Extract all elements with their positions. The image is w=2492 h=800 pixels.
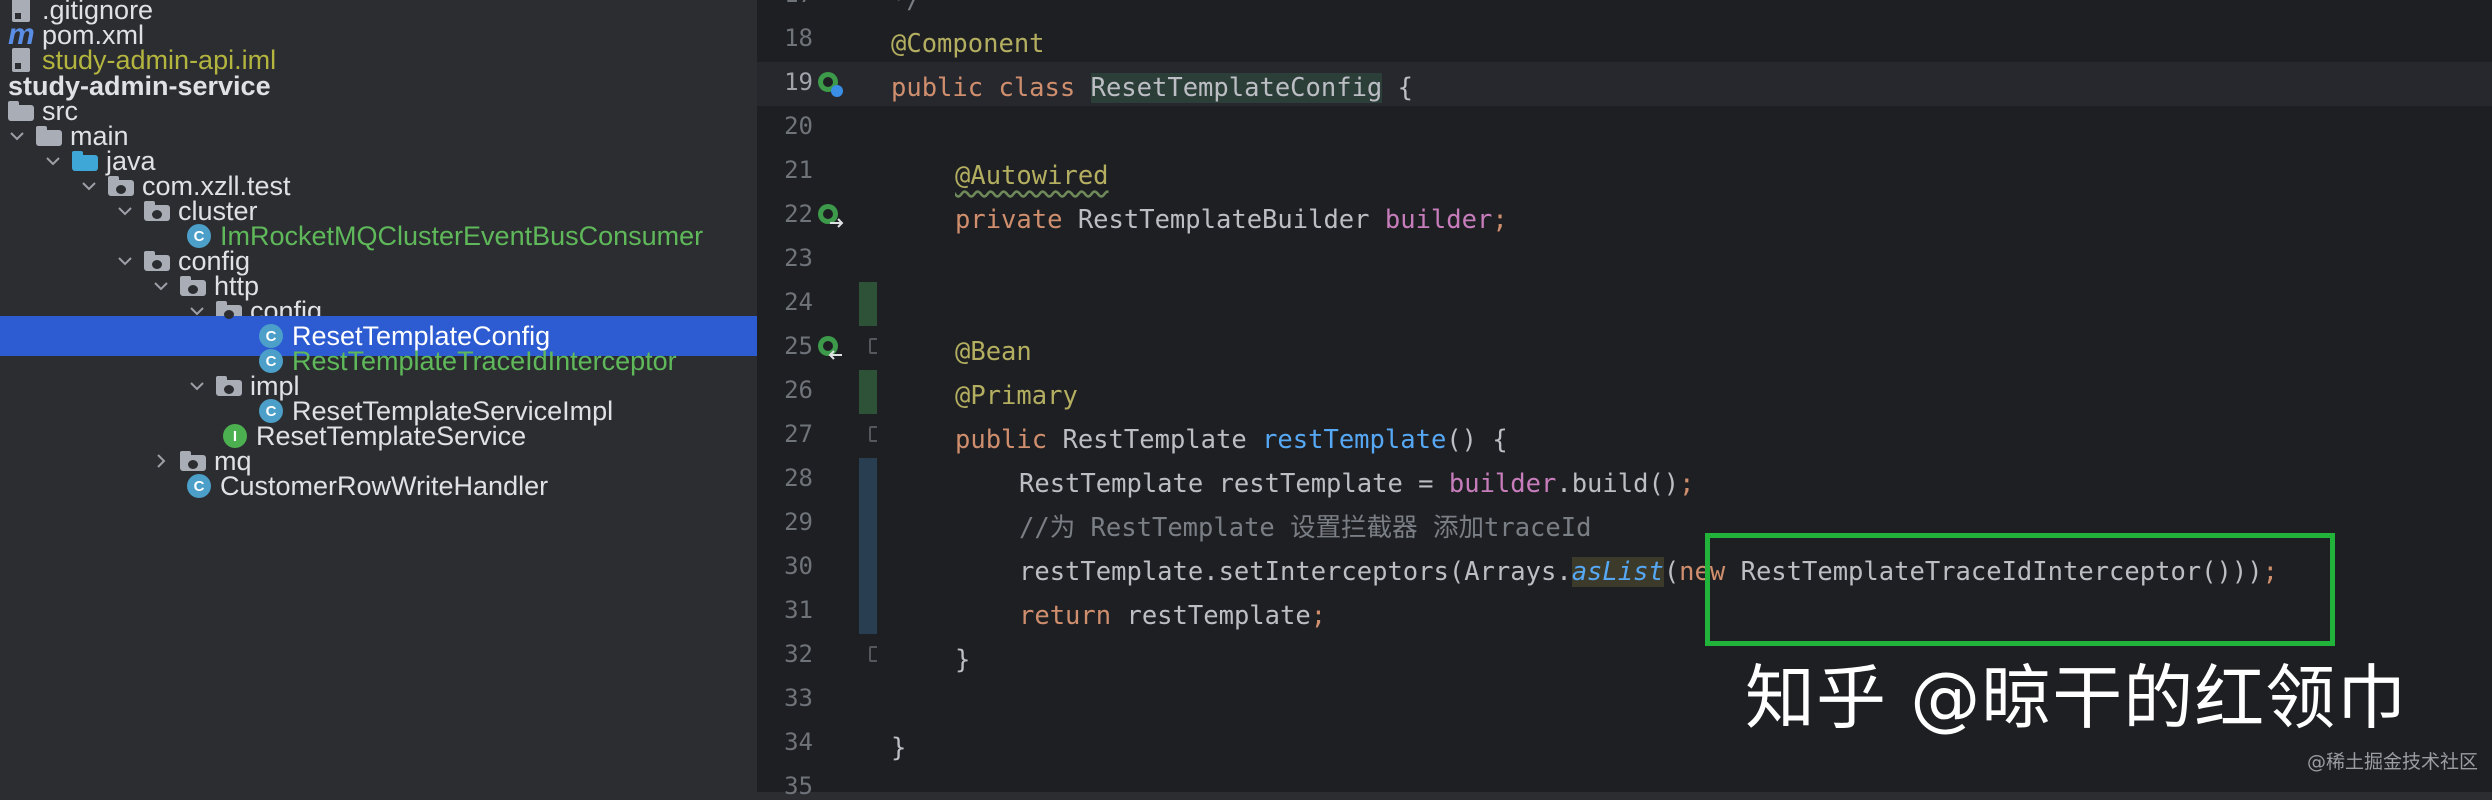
- bean-method-navigate-icon[interactable]: [816, 334, 844, 362]
- line-number: 34: [784, 728, 813, 756]
- spring-bean-icon[interactable]: [816, 70, 844, 98]
- highlight-box: [1705, 533, 2335, 646]
- watermark-text: 知乎 @晾干的红领巾: [1745, 657, 2408, 739]
- code-line-19: public class ResetTemplateConfig {: [891, 73, 1414, 103]
- vcs-added-marker[interactable]: [859, 282, 877, 326]
- tree-item-label: CustomerRowWriteHandler: [220, 470, 549, 501]
- code-line-21: @Autowired: [955, 161, 1109, 191]
- line-number: 32: [784, 640, 813, 668]
- code-line-22: private RestTemplateBuilder builder;: [955, 205, 1508, 235]
- code-line-27: public RestTemplate restTemplate() {: [955, 425, 1508, 455]
- tree-item-row-write-handler[interactable]: C CustomerRowWriteHandler: [0, 466, 757, 506]
- code-line-34: }: [891, 733, 907, 763]
- line-number: 26: [784, 376, 813, 404]
- code-line-18: @Component: [891, 29, 1045, 59]
- line-number: 23: [784, 244, 813, 272]
- code-line-25: @Bean: [955, 337, 1032, 367]
- line-number: 30: [784, 552, 813, 580]
- code-line-29: //为 RestTemplate 设置拦截器 添加traceId: [1019, 513, 1592, 543]
- line-number: 29: [784, 508, 813, 536]
- line-number: 25: [784, 332, 813, 360]
- line-number: 20: [784, 112, 813, 140]
- code-line-28: RestTemplate restTemplate = builder.buil…: [1019, 469, 1695, 499]
- code-line-32: }: [955, 645, 971, 675]
- line-number: 22: [784, 200, 813, 228]
- line-number: 24: [784, 288, 813, 316]
- code-line-17: */: [891, 0, 922, 15]
- line-number: 18: [784, 24, 813, 52]
- class-icon: C: [186, 473, 212, 499]
- line-number: 28: [784, 464, 813, 492]
- vcs-added-marker[interactable]: [859, 370, 877, 414]
- line-number: 17: [757, 0, 813, 8]
- autowired-navigate-icon[interactable]: [816, 202, 844, 230]
- line-number: 35: [784, 772, 813, 800]
- project-tree-panel: .gitignore m pom.xml study-admin-api.iml…: [0, 0, 757, 792]
- line-number: 21: [784, 156, 813, 184]
- editor-gutter: 17 18 19 20 21 22 23 24 25 26 27 28 29 3…: [757, 0, 883, 800]
- vcs-modified-marker[interactable]: [859, 458, 877, 634]
- line-number: 27: [784, 420, 813, 448]
- line-number: 31: [784, 596, 813, 624]
- class-name: ResetTemplateConfig: [1090, 73, 1383, 103]
- code-line-31: return restTemplate;: [1019, 601, 1327, 631]
- code-line-26: @Primary: [955, 381, 1078, 411]
- line-number: 33: [784, 684, 813, 712]
- watermark-small-text: @稀土掘金技术社区: [2307, 751, 2479, 773]
- line-number: 19: [784, 68, 813, 96]
